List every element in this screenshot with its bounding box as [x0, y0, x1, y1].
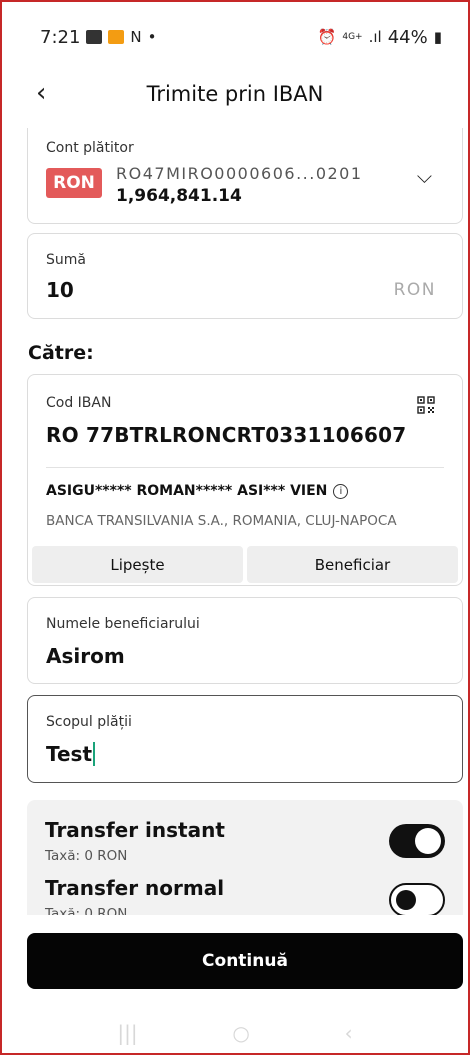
purpose-input[interactable]: Test: [46, 742, 96, 766]
normal-transfer-fee: Taxă: 0 RON: [45, 906, 128, 915]
page-title: Trimite prin IBAN: [146, 82, 324, 106]
normal-transfer-title: Transfer normal: [45, 876, 225, 900]
info-icon[interactable]: i: [333, 483, 349, 499]
beneficiary-name-label: Numele beneficiarului: [46, 616, 200, 632]
toggle-knob: [415, 828, 441, 854]
alarm-icon: ⏰: [317, 27, 337, 46]
app-notification-icon: [108, 30, 125, 44]
purpose-value: Test: [46, 742, 93, 766]
app-header: ‹ Trimite prin IBAN: [0, 74, 470, 114]
amount-label: Sumă: [46, 252, 86, 268]
beneficiary-iban[interactable]: RO 77BTRLRONCRT0331106607: [46, 423, 406, 447]
instant-transfer-title: Transfer instant: [45, 818, 225, 842]
normal-transfer-toggle[interactable]: [389, 883, 445, 915]
beneficiary-actions: Lipește Beneficiar: [32, 546, 458, 583]
status-time: 7:21: [40, 26, 81, 48]
instant-transfer-fee: Taxă: 0 RON: [45, 848, 128, 864]
dot-icon: •: [147, 27, 157, 46]
signal-icon: .ıl: [368, 27, 382, 46]
battery-icon: ▮: [433, 27, 442, 46]
battery-level: 44%: [387, 26, 428, 48]
system-nav-bar: ||| ○ ‹: [0, 1010, 470, 1055]
qr-scan-icon[interactable]: [416, 395, 436, 415]
payer-balance: 1,964,841.14: [116, 186, 242, 206]
bank-name: BANCA TRANSILVANIA S.A., ROMANIA, CLUJ-N…: [46, 513, 397, 529]
currency-badge: RON: [46, 168, 102, 198]
beneficiary-button[interactable]: Beneficiar: [247, 546, 458, 583]
amount-field[interactable]: Sumă 10 RON: [27, 233, 463, 319]
text-caret: [93, 742, 96, 766]
toggle-knob: [396, 890, 416, 910]
beneficiary-name-row: ASIGU***** ROMAN***** ASI*** VIEN i: [46, 483, 349, 499]
purpose-label: Scopul plății: [46, 714, 132, 730]
payer-account-number: RO47MIRO0000606...0201: [116, 164, 363, 183]
n-icon: N: [130, 27, 142, 46]
amount-value[interactable]: 10: [46, 278, 74, 302]
status-bar: 7:21 N • ⏰ 4G+ .ıl 44% ▮: [0, 0, 470, 74]
continue-button[interactable]: Continuă: [27, 933, 463, 989]
payment-purpose-field[interactable]: Scopul plății Test: [27, 695, 463, 783]
beneficiary-masked-name: ASIGU***** ROMAN***** ASI*** VIEN: [46, 483, 328, 499]
instant-transfer-toggle[interactable]: [389, 824, 445, 858]
recipient-heading: Către:: [28, 342, 94, 364]
payer-account-selector[interactable]: Cont plătitor RON RO47MIRO0000606...0201…: [27, 128, 463, 224]
recent-apps-icon[interactable]: |||: [117, 1021, 137, 1045]
paste-button[interactable]: Lipește: [32, 546, 243, 583]
chevron-down-icon[interactable]: ⌵: [417, 164, 432, 188]
beneficiary-name-value[interactable]: Asirom: [46, 644, 125, 668]
home-icon[interactable]: ○: [232, 1021, 249, 1045]
beneficiary-name-field[interactable]: Numele beneficiarului Asirom: [27, 597, 463, 684]
network-indicator: 4G+: [342, 31, 363, 42]
transfer-options: Transfer instant Taxă: 0 RON Transfer no…: [27, 800, 463, 915]
beneficiary-card: Cod IBAN RO 77BTRLRONCRT0331106607 ASIGU…: [27, 374, 463, 586]
iban-label: Cod IBAN: [46, 395, 112, 411]
image-icon: [86, 30, 103, 44]
payer-label: Cont plătitor: [46, 140, 134, 156]
divider: [46, 467, 444, 468]
nav-back-icon[interactable]: ‹: [345, 1021, 353, 1045]
back-icon[interactable]: ‹: [36, 78, 64, 110]
amount-currency: RON: [393, 280, 436, 300]
